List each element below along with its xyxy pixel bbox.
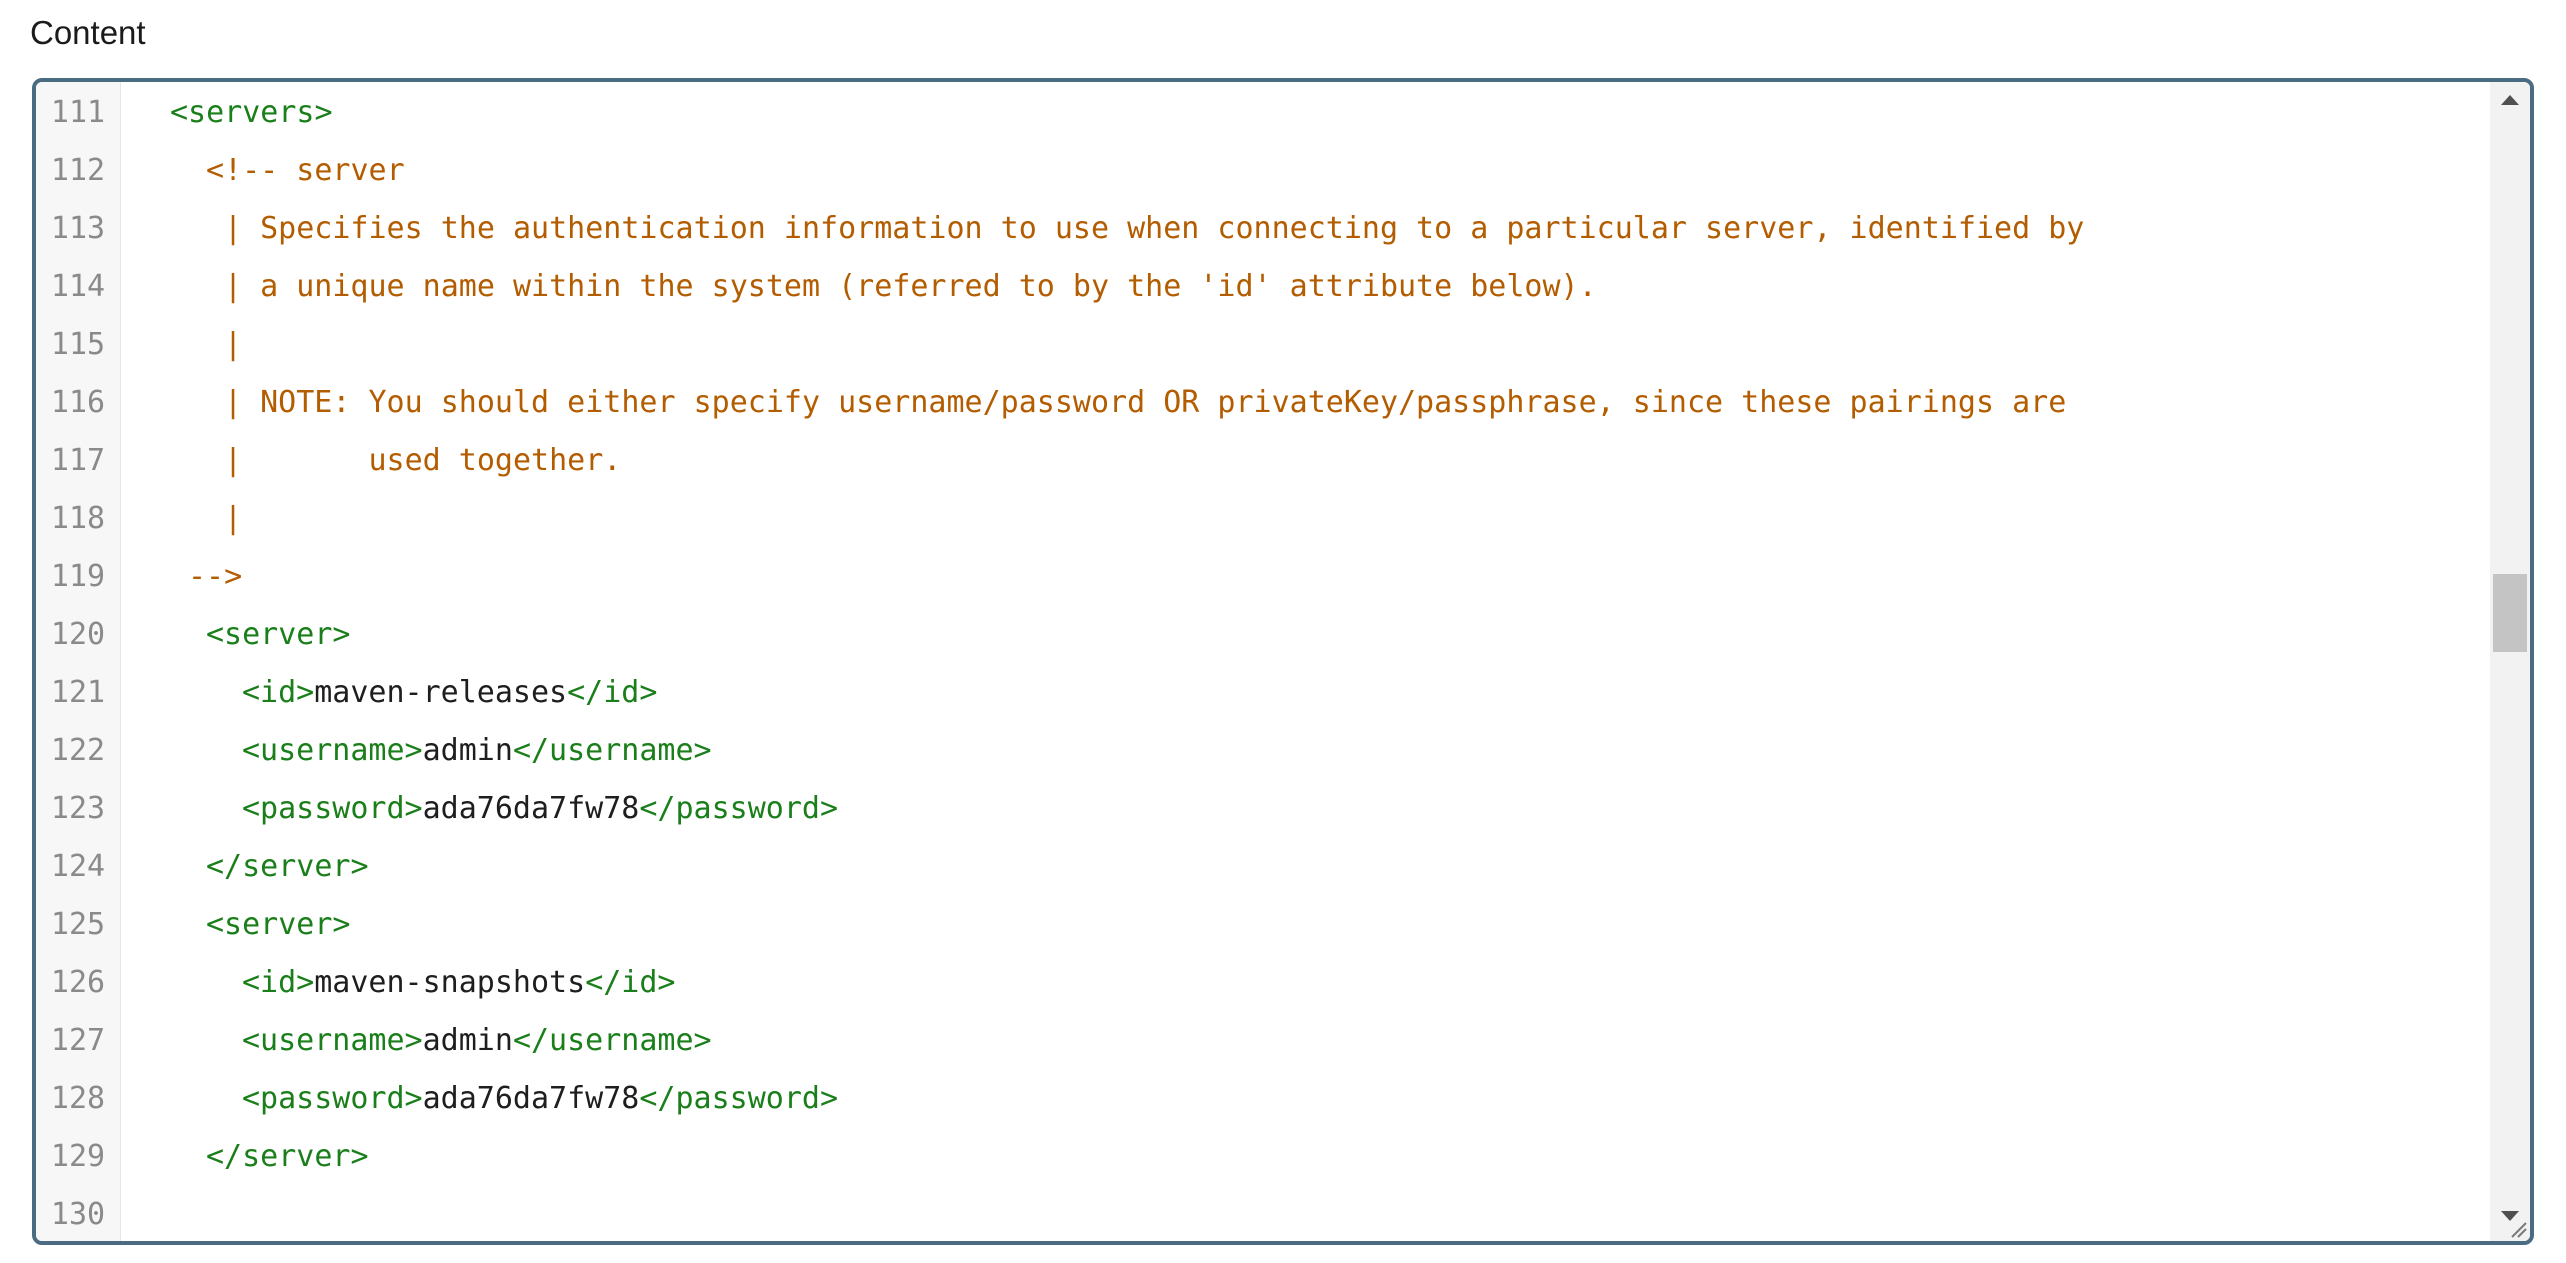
line-number: 127 <box>50 1023 106 1058</box>
xml-tag: <password> <box>242 791 423 826</box>
xml-comment: | used together. <box>224 443 622 478</box>
xml-comment: <!-- server <box>206 153 405 188</box>
code-text: <servers> <box>170 84 333 142</box>
line-number: 129 <box>50 1139 106 1174</box>
xml-text: admin <box>422 733 513 768</box>
xml-comment: | Specifies the authentication informati… <box>224 211 2085 246</box>
xml-tag: </server> <box>206 849 369 884</box>
code-text: | <box>224 490 242 548</box>
code-line[interactable]: 115 | <box>36 316 2486 374</box>
line-number: 126 <box>50 965 106 1000</box>
code-text: </server> <box>206 838 369 896</box>
xml-tag: </id> <box>585 965 676 1000</box>
xml-tag: </username> <box>512 733 712 768</box>
xml-comment: | <box>224 327 243 362</box>
code-line[interactable]: 126 <id>maven-snapshots</id> <box>36 954 2486 1012</box>
xml-tag: </id> <box>567 675 658 710</box>
code-text: --> <box>188 548 242 606</box>
xml-tag: <id> <box>242 965 315 1000</box>
code-line[interactable]: 111 <servers> <box>36 84 2486 142</box>
code-editor[interactable]: 111 <servers> 112 <!-- server 113 | Specifies… <box>32 78 2534 1245</box>
xml-tag: <server> <box>206 617 351 652</box>
line-number: 124 <box>50 849 106 884</box>
vertical-scrollbar[interactable] <box>2490 82 2530 1241</box>
xml-tag: <username> <box>242 1023 423 1058</box>
code-text: <id>maven-releases</id> <box>242 664 657 722</box>
xml-tag: <servers> <box>170 95 333 130</box>
code-line[interactable]: 112 <!-- server <box>36 142 2486 200</box>
resize-grip-icon[interactable] <box>2506 1217 2528 1239</box>
code-lines[interactable]: 111 <servers> 112 <!-- server 113 | Specifies… <box>36 82 2486 1241</box>
code-text: <password>ada76da7fw78</password> <box>242 1070 838 1128</box>
xml-comment: --> <box>188 559 243 594</box>
line-number: 128 <box>50 1081 106 1116</box>
code-text: | a unique name within the system (refer… <box>224 258 1597 316</box>
code-line[interactable]: 116 | NOTE: You should either specify use… <box>36 374 2486 432</box>
code-line[interactable]: 117 | used together. <box>36 432 2486 490</box>
line-number: 119 <box>50 559 106 594</box>
code-line[interactable]: 123 <password>ada76da7fw78</password> <box>36 780 2486 838</box>
line-number: 118 <box>50 501 106 536</box>
line-number: 122 <box>50 733 106 768</box>
line-number: 115 <box>50 327 106 362</box>
line-number: 116 <box>50 385 106 420</box>
line-number: 111 <box>50 95 106 130</box>
code-line[interactable]: 124 </server> <box>36 838 2486 896</box>
code-text: <!-- server <box>206 142 405 200</box>
xml-text: maven-releases <box>314 675 568 710</box>
code-line[interactable]: 120 <server> <box>36 606 2486 664</box>
xml-tag: </password> <box>639 791 839 826</box>
xml-tag: <password> <box>242 1081 423 1116</box>
code-line[interactable]: 113 | Specifies the authentication inform… <box>36 200 2486 258</box>
line-number: 120 <box>50 617 106 652</box>
line-number: 117 <box>50 443 106 478</box>
xml-text: maven-snapshots <box>314 965 586 1000</box>
scroll-up-arrow-icon[interactable] <box>2490 82 2530 118</box>
xml-tag: <id> <box>242 675 315 710</box>
line-number: 114 <box>50 269 106 304</box>
xml-text: ada76da7fw78 <box>422 791 640 826</box>
code-text: <username>admin</username> <box>242 1012 712 1070</box>
line-number: 125 <box>50 907 106 942</box>
code-text: | Specifies the authentication informati… <box>224 200 2084 258</box>
xml-tag: <server> <box>206 907 351 942</box>
xml-tag: </server> <box>206 1139 369 1174</box>
line-number: 130 <box>50 1197 106 1232</box>
line-number: 121 <box>50 675 106 710</box>
line-number: 113 <box>50 211 106 246</box>
code-text: | used together. <box>224 432 621 490</box>
code-line[interactable]: 130 <box>36 1186 2486 1241</box>
xml-tag: </username> <box>512 1023 712 1058</box>
xml-text: ada76da7fw78 <box>422 1081 640 1116</box>
code-text: <server> <box>206 606 351 664</box>
code-text: <password>ada76da7fw78</password> <box>242 780 838 838</box>
code-line[interactable]: 119 --> <box>36 548 2486 606</box>
xml-comment: | a unique name within the system (refer… <box>224 269 1597 304</box>
xml-tag: <username> <box>242 733 423 768</box>
field-label: Content <box>30 14 146 51</box>
code-line[interactable]: 121 <id>maven-releases</id> <box>36 664 2486 722</box>
code-text: <server> <box>206 896 351 954</box>
code-line[interactable]: 118 | <box>36 490 2486 548</box>
code-line[interactable]: 128 <password>ada76da7fw78</password> <box>36 1070 2486 1128</box>
scrollbar-thumb[interactable] <box>2493 574 2527 652</box>
code-text: </server> <box>206 1128 369 1186</box>
code-line[interactable]: 129 </server> <box>36 1128 2486 1186</box>
xml-comment: | <box>224 501 243 536</box>
code-line[interactable]: 114 | a unique name within the system (re… <box>36 258 2486 316</box>
code-text: | NOTE: You should either specify userna… <box>224 374 2066 432</box>
xml-comment: | NOTE: You should either specify userna… <box>224 385 2067 420</box>
code-text: | <box>224 316 242 374</box>
code-line[interactable]: 125 <server> <box>36 896 2486 954</box>
xml-text: admin <box>422 1023 513 1058</box>
code-text: <username>admin</username> <box>242 722 712 780</box>
code-text: <id>maven-snapshots</id> <box>242 954 676 1012</box>
xml-tag: </password> <box>639 1081 839 1116</box>
code-line[interactable]: 127 <username>admin</username> <box>36 1012 2486 1070</box>
line-number: 112 <box>50 153 106 188</box>
line-number: 123 <box>50 791 106 826</box>
code-line[interactable]: 122 <username>admin</username> <box>36 722 2486 780</box>
